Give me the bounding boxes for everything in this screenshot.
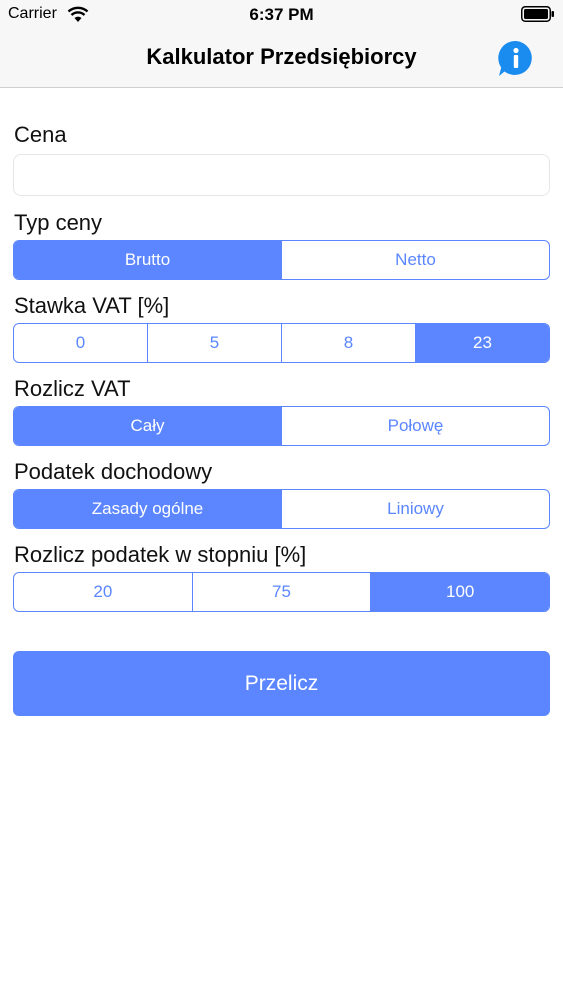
clock: 6:37 PM	[249, 5, 314, 24]
income-tax-option[interactable]: Liniowy	[282, 490, 549, 528]
price-input[interactable]	[13, 154, 550, 196]
vat-settle-label: Rozlicz VAT	[14, 376, 131, 401]
price-type-option[interactable]: Brutto	[14, 241, 282, 279]
tax-degree-option[interactable]: 20	[14, 573, 193, 611]
info-icon[interactable]	[496, 39, 536, 79]
income-tax-option[interactable]: Zasady ogólne	[14, 490, 282, 528]
income-tax-label: Podatek dochodowy	[14, 459, 213, 484]
navigation-bar: Kalkulator Przedsiębiorcy	[0, 30, 563, 88]
battery-icon	[521, 6, 554, 22]
calculate-button[interactable]: Przelicz	[13, 651, 550, 716]
tax-degree-option[interactable]: 75	[193, 573, 372, 611]
price-type-control: Brutto Netto	[13, 240, 550, 280]
tax-degree-control: 20 75 100	[13, 572, 550, 612]
vat-rate-option[interactable]: 5	[148, 324, 282, 362]
price-label: Cena	[14, 122, 67, 147]
vat-rate-option[interactable]: 23	[416, 324, 549, 362]
vat-settle-control: Cały Połowę	[13, 406, 550, 446]
tax-degree-label: Rozlicz podatek w stopniu [%]	[14, 542, 307, 567]
vat-rate-control: 0 5 8 23	[13, 323, 550, 363]
vat-rate-label: Stawka VAT [%]	[14, 293, 170, 318]
tax-degree-option[interactable]: 100	[371, 573, 549, 611]
status-bar: Carrier 6:37 PM	[0, 0, 563, 30]
price-type-option[interactable]: Netto	[282, 241, 549, 279]
price-type-label: Typ ceny	[14, 210, 103, 235]
income-tax-control: Zasady ogólne Liniowy	[13, 489, 550, 529]
vat-settle-option[interactable]: Połowę	[282, 407, 549, 445]
vat-rate-option[interactable]: 8	[282, 324, 416, 362]
vat-settle-option[interactable]: Cały	[14, 407, 282, 445]
vat-rate-option[interactable]: 0	[14, 324, 148, 362]
page-title: Kalkulator Przedsiębiorcy	[146, 44, 417, 69]
